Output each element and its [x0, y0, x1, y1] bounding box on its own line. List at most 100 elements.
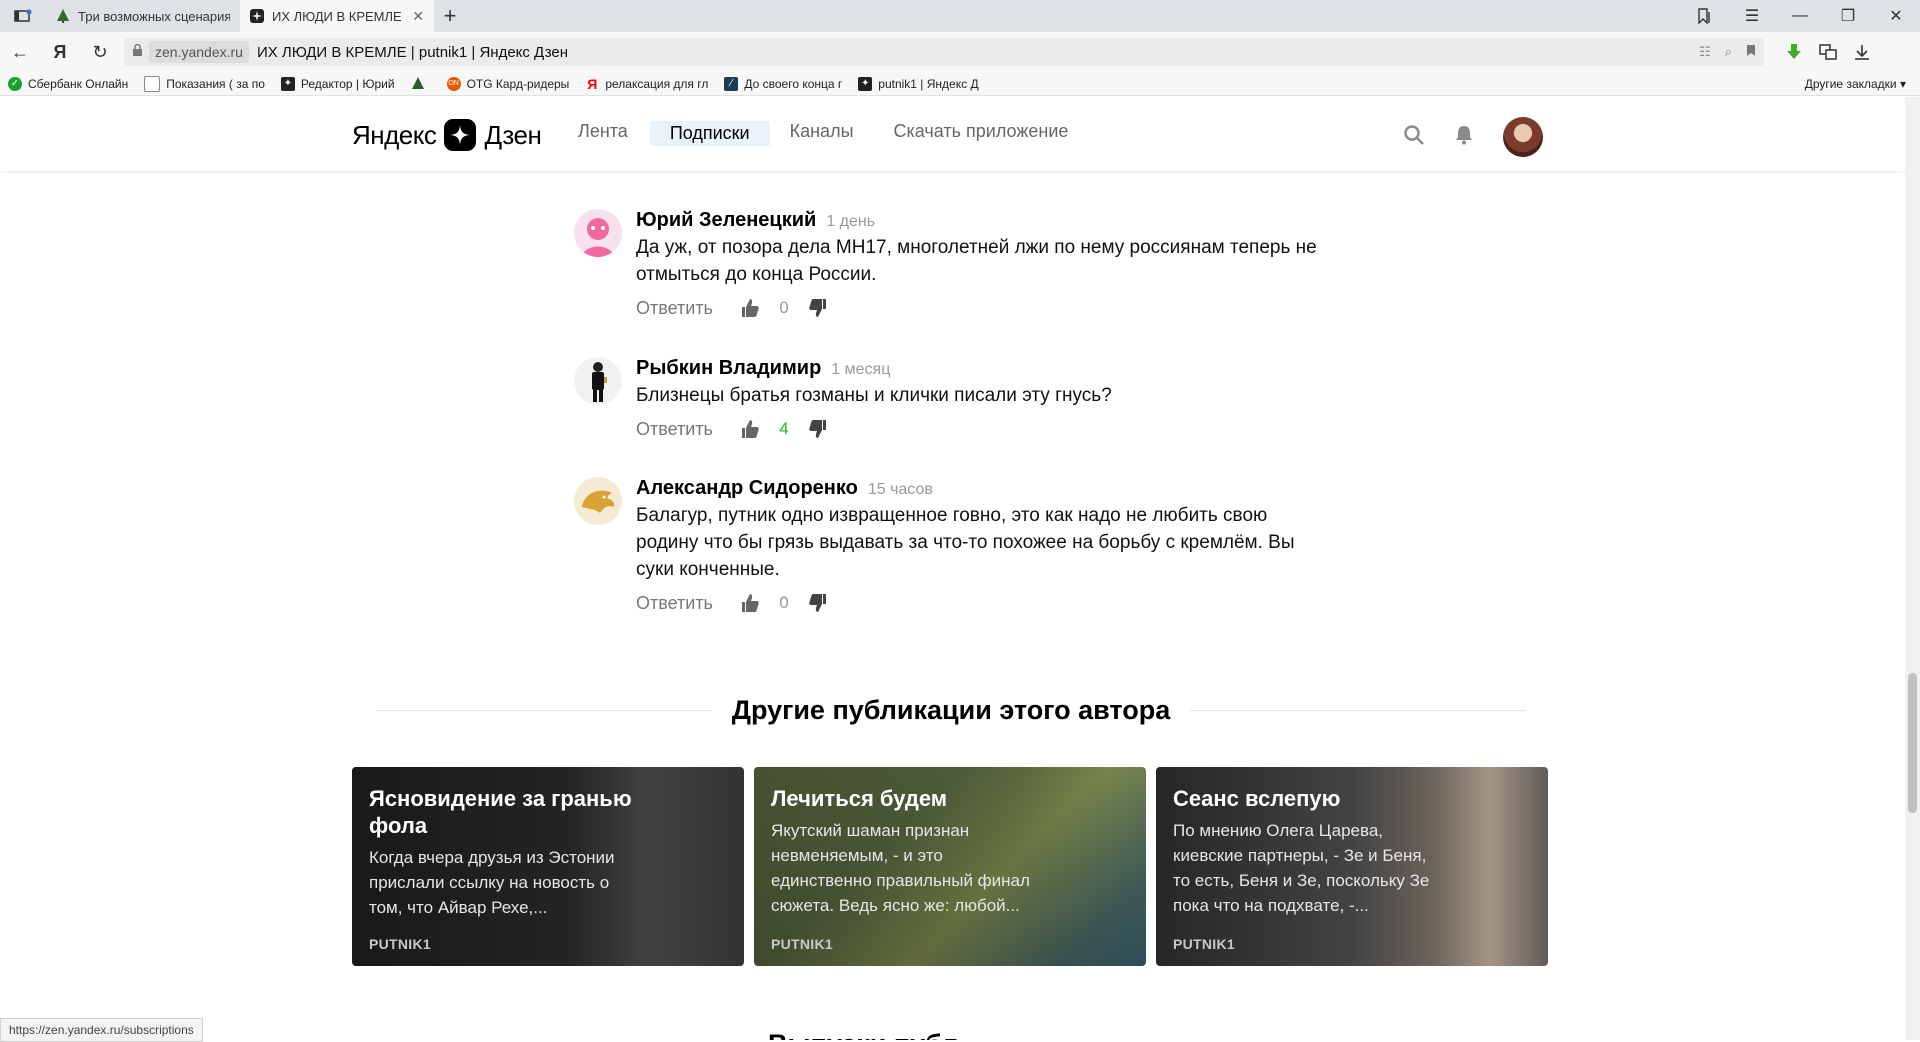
bookmark-label: Сбербанк Онлайн — [28, 76, 129, 91]
site-icon: ⁄ — [724, 76, 739, 91]
status-bar-url: https://zen.yandex.ru/subscriptions — [0, 1018, 203, 1042]
page-viewport: Яндекс Дзен Лента Подписки Каналы Скачат… — [0, 97, 1905, 1040]
nav-feed[interactable]: Лента — [578, 121, 648, 146]
nav-download-app[interactable]: Скачать приложение — [894, 121, 1089, 146]
like-count: 4 — [779, 419, 789, 438]
new-tab-button[interactable]: + — [434, 0, 466, 32]
thumbs-down-icon[interactable] — [806, 417, 830, 441]
card-author[interactable]: PUTNIK1 — [369, 936, 431, 952]
user-avatar[interactable] — [1503, 117, 1543, 157]
thumbs-up-icon[interactable] — [738, 591, 762, 615]
thumbs-down-icon[interactable] — [806, 591, 830, 615]
nav-subscriptions[interactable]: Подписки — [649, 121, 770, 146]
commenter-avatar[interactable] — [574, 209, 622, 257]
scrollbar-thumb[interactable] — [1908, 673, 1917, 813]
bookmark-item[interactable] — [403, 76, 439, 91]
zen-star-icon — [444, 119, 477, 151]
card-author[interactable]: PUTNIK1 — [771, 936, 833, 952]
tree-icon — [411, 76, 425, 91]
comment-text: Близнецы братья гозманы и клички писали … — [636, 385, 1112, 406]
like-count: 0 — [779, 593, 789, 612]
reader-mode-icon[interactable]: ☷ — [1699, 44, 1711, 60]
restore-icon[interactable]: ❐ — [1824, 0, 1872, 32]
divider — [1190, 710, 1526, 711]
close-tab-icon[interactable]: ✕ — [412, 8, 424, 25]
bookmark-item[interactable]: ✦ Редактор | Юрий — [273, 76, 403, 91]
bookmark-icon[interactable] — [1746, 44, 1756, 60]
zen-icon: ✦ — [280, 76, 295, 91]
yandex-icon: Я — [587, 76, 598, 91]
thumbs-down-icon[interactable] — [806, 296, 830, 320]
tab-bar: Три возможных сценария ИХ ЛЮДИ В КРЕМЛЕ … — [0, 0, 1920, 32]
thumbs-up-icon[interactable] — [738, 417, 762, 441]
comment-time: 1 день — [826, 213, 876, 230]
publication-card[interactable]: Сеанс вслепую По мнению Олега Царева, ки… — [1156, 767, 1548, 966]
document-icon — [144, 75, 161, 92]
commenter-name[interactable]: Юрий Зеленецкий — [636, 209, 816, 232]
zoom-icon[interactable]: ⌕ — [1725, 44, 1732, 60]
comment-text: Да уж, от позора дела МН17, многолетней … — [636, 237, 1317, 285]
card-title: Ясновидение за гранью фола — [369, 786, 632, 838]
other-publications-header: Другие публикации этого автора — [376, 695, 1526, 726]
bookmark-label: OTG Кард-ридеры — [466, 76, 570, 91]
browser-tab[interactable]: Три возможных сценария — [46, 0, 240, 32]
extension-icons — [1782, 40, 1874, 64]
bookmark-item[interactable]: Показания ( за по — [136, 75, 273, 92]
url-field[interactable]: zen.yandex.ru ИХ ЛЮДИ В КРЕМЛЕ | putnik1… — [124, 38, 1764, 66]
comment-time: 15 часов — [867, 481, 933, 498]
publication-card[interactable]: Ясновидение за гранью фола Когда вчера д… — [352, 767, 744, 966]
reload-icon[interactable]: ↻ — [80, 32, 120, 72]
reply-button[interactable]: Ответить — [636, 593, 738, 614]
commenter-avatar[interactable] — [574, 357, 622, 405]
address-bar: ← Я ↻ zen.yandex.ru ИХ ЛЮДИ В КРЕМЛЕ | p… — [0, 32, 1920, 72]
comment: Александр Сидоренко 15 часов Балагур, пу… — [574, 477, 1334, 615]
back-icon[interactable]: ← — [0, 32, 40, 72]
commenter-avatar[interactable] — [574, 477, 622, 525]
menu-icon[interactable]: ☰ — [1728, 0, 1776, 32]
minimize-icon[interactable]: — — [1776, 0, 1824, 32]
sberbank-icon: ✓ — [8, 76, 22, 91]
zen-logo[interactable]: Яндекс Дзен — [352, 119, 542, 151]
bookmark-item[interactable]: Я релаксация для гл — [577, 77, 716, 91]
commenter-name[interactable]: Рыбкин Владимир — [636, 357, 821, 380]
reply-button[interactable]: Ответить — [636, 298, 738, 319]
nav-channels[interactable]: Каналы — [790, 121, 874, 146]
lock-icon — [132, 43, 143, 61]
logo-zen-text: Дзен — [484, 119, 542, 150]
comment-time: 1 месяц — [831, 361, 891, 378]
reply-button[interactable]: Ответить — [636, 419, 738, 440]
publication-card[interactable]: Лечиться будем Якутский шаман признан не… — [754, 767, 1146, 966]
bookmark-item[interactable]: ON OTG Кард-ридеры — [439, 76, 578, 91]
section-title: Другие публикации этого автора — [731, 695, 1171, 725]
translate-icon[interactable] — [1816, 40, 1840, 64]
card-author[interactable]: PUTNIK1 — [1173, 936, 1235, 952]
otg-icon: ON — [446, 76, 461, 91]
browser-tab-active[interactable]: ИХ ЛЮДИ В КРЕМЛЕ | p ✕ — [240, 0, 434, 32]
bookmark-item[interactable]: ✓ Сбербанк Онлайн — [0, 76, 136, 91]
bookmark-label: релаксация для гл — [605, 76, 709, 91]
zen-favicon-icon — [250, 9, 264, 23]
yandex-home-icon[interactable]: Я — [40, 32, 80, 72]
search-icon[interactable] — [1403, 124, 1425, 151]
notifications-bell-icon[interactable] — [1453, 124, 1475, 151]
download-manager-icon[interactable] — [1782, 40, 1806, 64]
thumbs-up-icon[interactable] — [738, 296, 762, 320]
tabs-panel-icon[interactable] — [0, 0, 46, 32]
comment: Рыбкин Владимир 1 месяц Близнецы братья … — [574, 357, 1334, 441]
close-window-icon[interactable]: ✕ — [1872, 0, 1920, 32]
commenter-name[interactable]: Александр Сидоренко — [636, 477, 858, 500]
other-bookmarks-button[interactable]: Другие закладки ▾ — [1805, 77, 1920, 91]
logo-yandex-text: Яндекс — [352, 119, 437, 150]
bookmark-label: putnik1 | Яндекс Д — [878, 76, 979, 91]
bookmark-item[interactable]: ⁄ До своего конца г — [716, 76, 850, 91]
zen-header: Яндекс Дзен Лента Подписки Каналы Скачат… — [0, 97, 1905, 171]
header-actions — [1403, 117, 1543, 157]
next-section-title: Выпуски публ — [768, 1029, 958, 1040]
bookmark-item[interactable]: ✦ putnik1 | Яндекс Д — [850, 76, 986, 91]
other-bookmarks-label: Другие закладки — [1804, 76, 1897, 91]
url-domain: zen.yandex.ru — [149, 41, 249, 63]
downloads-icon[interactable] — [1850, 40, 1874, 64]
comment: Юрий Зеленецкий 1 день Да уж, от позора … — [574, 209, 1334, 320]
page-scrollbar[interactable] — [1905, 97, 1920, 1040]
bookmarks-manager-icon[interactable] — [1680, 0, 1728, 32]
